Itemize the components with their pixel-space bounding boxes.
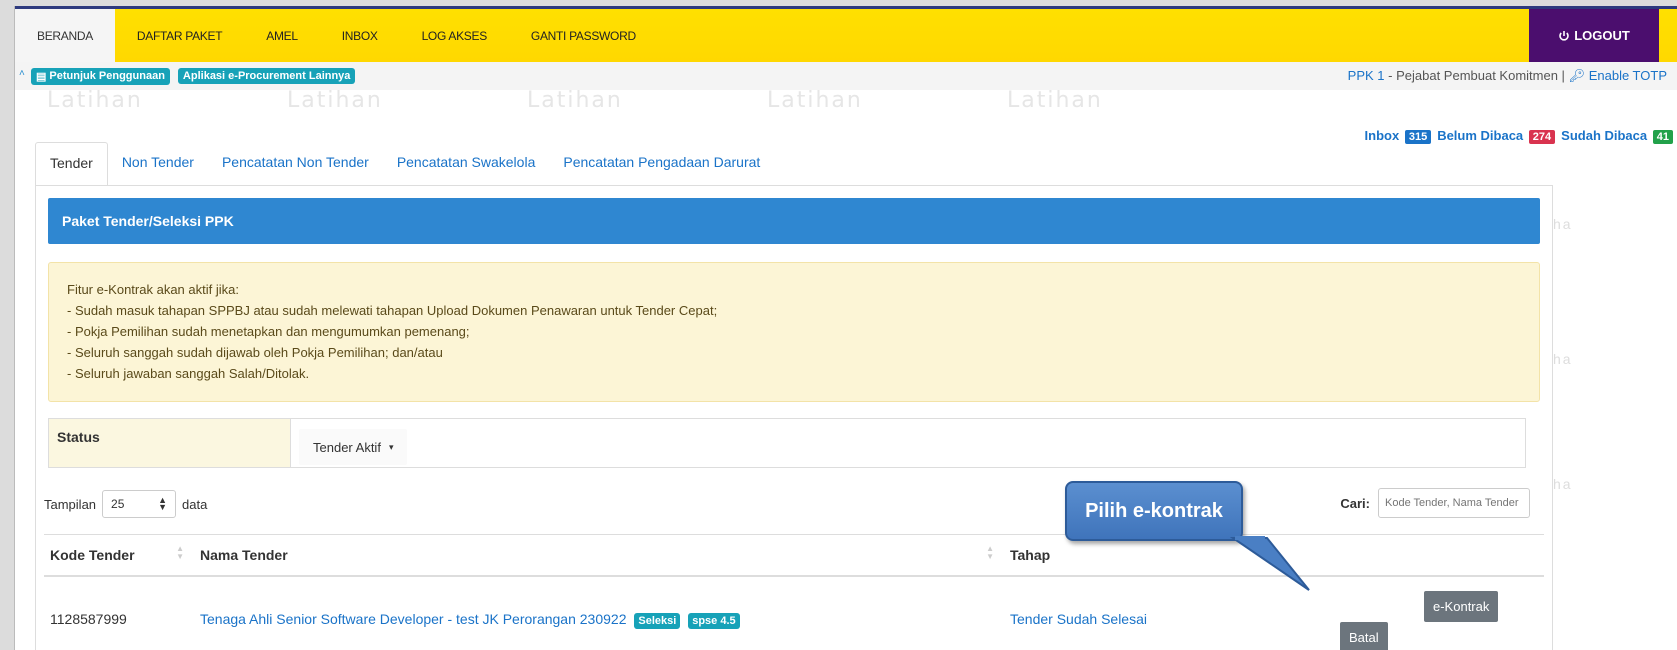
nav-amel[interactable]: AMEL xyxy=(244,9,319,62)
watermark: Latihan xyxy=(1007,88,1103,113)
user-role-desc: - Pejabat Pembuat Komitmen | xyxy=(1384,68,1569,83)
power-icon xyxy=(1559,30,1569,41)
watermark: Latihan xyxy=(527,88,623,113)
nav-inbox[interactable]: INBOX xyxy=(320,9,400,62)
col-label: Nama Tender xyxy=(200,547,288,563)
notice-line: Fitur e-Kontrak akan aktif jika: xyxy=(67,282,239,297)
tab-pencatatan-swakelola[interactable]: Pencatatan Swakelola xyxy=(383,142,550,186)
col-label: Tahap xyxy=(1010,547,1051,563)
updown-icon: ▲ ▼ xyxy=(158,495,168,512)
status-value: Tender Aktif xyxy=(313,439,381,455)
callout-text: Pilih e-kontrak xyxy=(1085,499,1223,522)
watermark: Latihan xyxy=(47,88,143,113)
nav-daftar-paket[interactable]: DAFTAR PAKET xyxy=(115,9,244,62)
inbox-summary: Inbox 315 Belum Dibaca 274 Sudah Dibaca … xyxy=(1364,128,1673,144)
col-nama-tender[interactable]: Nama Tender ▲ ▼ xyxy=(194,534,1004,577)
tab-bar: Tender Non Tender Pencatatan Non Tender … xyxy=(35,142,774,186)
spse-version-badge: spse 4.5 xyxy=(688,613,740,629)
book-icon: ▤ xyxy=(36,70,47,83)
table-row: 1128587999 Tenaga Ahli Senior Software D… xyxy=(44,576,1544,650)
app-frame: BERANDA DAFTAR PAKET AMEL INBOX LOG AKSE… xyxy=(14,6,1677,650)
user-info: PPK 1 - Pejabat Pembuat Komitmen | 🔑︎ En… xyxy=(1348,68,1667,84)
info-strip: ˄ ▤ Petunjuk Penggunaan Aplikasi e-Procu… xyxy=(15,62,1677,90)
nama-cell: Tenaga Ahli Senior Software Developer - … xyxy=(194,576,1004,650)
search-label: Cari: xyxy=(1340,495,1370,511)
length-select[interactable]: 25 ▲ ▼ xyxy=(102,490,177,518)
batal-button[interactable]: Batal xyxy=(1340,622,1388,650)
sort-icon: ▲ ▼ xyxy=(986,544,994,561)
read-label: Sudah Dibaca xyxy=(1561,128,1648,143)
logout-label: LOGOUT xyxy=(1574,28,1630,43)
unread-label: Belum Dibaca xyxy=(1437,128,1524,143)
notice-box: Fitur e-Kontrak akan aktif jika: - Sudah… xyxy=(48,262,1540,402)
search-row: Cari: xyxy=(1340,488,1530,518)
status-dropdown[interactable]: Tender Aktif ▾ xyxy=(299,429,408,465)
tab-tender[interactable]: Tender xyxy=(35,142,108,186)
watermark: Latihan xyxy=(767,88,863,113)
key-icon: 🔑︎ xyxy=(1568,68,1586,83)
kode-cell: 1128587999 xyxy=(50,611,127,627)
sort-icon: ▲ ▼ xyxy=(176,544,184,561)
nav-log-akses[interactable]: LOG AKSES xyxy=(400,9,509,62)
caret-down-icon: ▾ xyxy=(388,441,394,452)
watermark: ha xyxy=(1553,216,1573,232)
notice-line: - Seluruh jawaban sanggah Salah/Ditolak. xyxy=(67,366,310,381)
aplikasi-lainnya-button[interactable]: Aplikasi e-Procurement Lainnya xyxy=(177,68,356,84)
seleksi-badge: Seleksi xyxy=(634,613,681,629)
page-length: Tampilan 25 ▲ ▼ data xyxy=(44,490,207,518)
notice-line: - Seluruh sanggah sudah dijawab oleh Pok… xyxy=(67,345,443,360)
tab-pencatatan-pengadaan-darurat[interactable]: Pencatatan Pengadaan Darurat xyxy=(549,142,774,186)
enable-totp-link[interactable]: 🔑︎ Enable TOTP xyxy=(1569,68,1667,83)
tab-content: Paket Tender/Seleksi PPK Fitur e-Kontrak… xyxy=(35,185,1553,650)
nav-beranda[interactable]: BERANDA xyxy=(15,9,115,62)
enable-totp-label: Enable TOTP xyxy=(1588,68,1667,83)
col-kode-tender[interactable]: Kode Tender ▲ ▼ xyxy=(44,534,194,577)
petunjuk-button[interactable]: ▤ Petunjuk Penggunaan xyxy=(31,67,170,85)
read-count-badge: 41 xyxy=(1652,130,1673,144)
status-filter: Status Tender Aktif ▾ xyxy=(48,418,1526,468)
watermark: ha xyxy=(1553,351,1573,367)
read-link[interactable]: Sudah Dibaca 41 xyxy=(1561,128,1673,144)
e-kontrak-button[interactable]: e-Kontrak xyxy=(1424,591,1499,622)
tab-pencatatan-non-tender[interactable]: Pencatatan Non Tender xyxy=(208,142,383,186)
col-aksi xyxy=(1334,534,1544,577)
collapse-caret-icon[interactable]: ˄ xyxy=(19,68,25,79)
inbox-label: Inbox xyxy=(1364,128,1400,143)
top-nav: BERANDA DAFTAR PAKET AMEL INBOX LOG AKSE… xyxy=(15,6,1677,62)
panel-title: Paket Tender/Seleksi PPK xyxy=(48,198,1540,244)
action-cell: e-Kontrak Batal xyxy=(1334,576,1544,650)
notice-line: - Pokja Pemilihan sudah menetapkan dan m… xyxy=(67,324,470,339)
unread-link[interactable]: Belum Dibaca 274 xyxy=(1437,128,1556,144)
unread-count-badge: 274 xyxy=(1528,130,1556,144)
table-header-row: Kode Tender ▲ ▼ Nama Tender ▲ ▼ Tahap xyxy=(44,534,1544,577)
inbox-count-badge: 315 xyxy=(1404,130,1432,144)
length-suffix: data xyxy=(182,496,208,512)
nav-ganti-password[interactable]: GANTI PASSWORD xyxy=(509,9,658,62)
inbox-link[interactable]: Inbox 315 xyxy=(1364,128,1432,144)
user-role: PPK 1 xyxy=(1347,68,1385,83)
tender-name-link[interactable]: Tenaga Ahli Senior Software Developer - … xyxy=(200,611,627,627)
search-input[interactable] xyxy=(1378,488,1530,518)
watermark: ha xyxy=(1553,476,1573,492)
notice-line: - Sudah masuk tahapan SPPBJ atau sudah m… xyxy=(67,303,718,318)
watermark: Latihan xyxy=(287,88,383,113)
callout-pointer-icon xyxy=(1229,536,1310,591)
logout-button[interactable]: LOGOUT xyxy=(1529,9,1659,62)
col-label: Kode Tender xyxy=(50,547,135,563)
status-label: Status xyxy=(49,419,291,467)
tab-non-tender[interactable]: Non Tender xyxy=(108,142,208,186)
tender-table: Kode Tender ▲ ▼ Nama Tender ▲ ▼ Tahap 112858… xyxy=(44,534,1544,650)
watermark-row: Latihan Latihan Latihan Latihan Latihan xyxy=(15,88,1677,120)
callout-annotation: Pilih e-kontrak xyxy=(1065,481,1243,541)
length-prefix: Tampilan xyxy=(44,496,97,512)
petunjuk-label: Petunjuk Penggunaan xyxy=(49,70,165,82)
tahap-link[interactable]: Tender Sudah Selesai xyxy=(1010,611,1147,627)
length-value: 25 xyxy=(111,497,125,511)
